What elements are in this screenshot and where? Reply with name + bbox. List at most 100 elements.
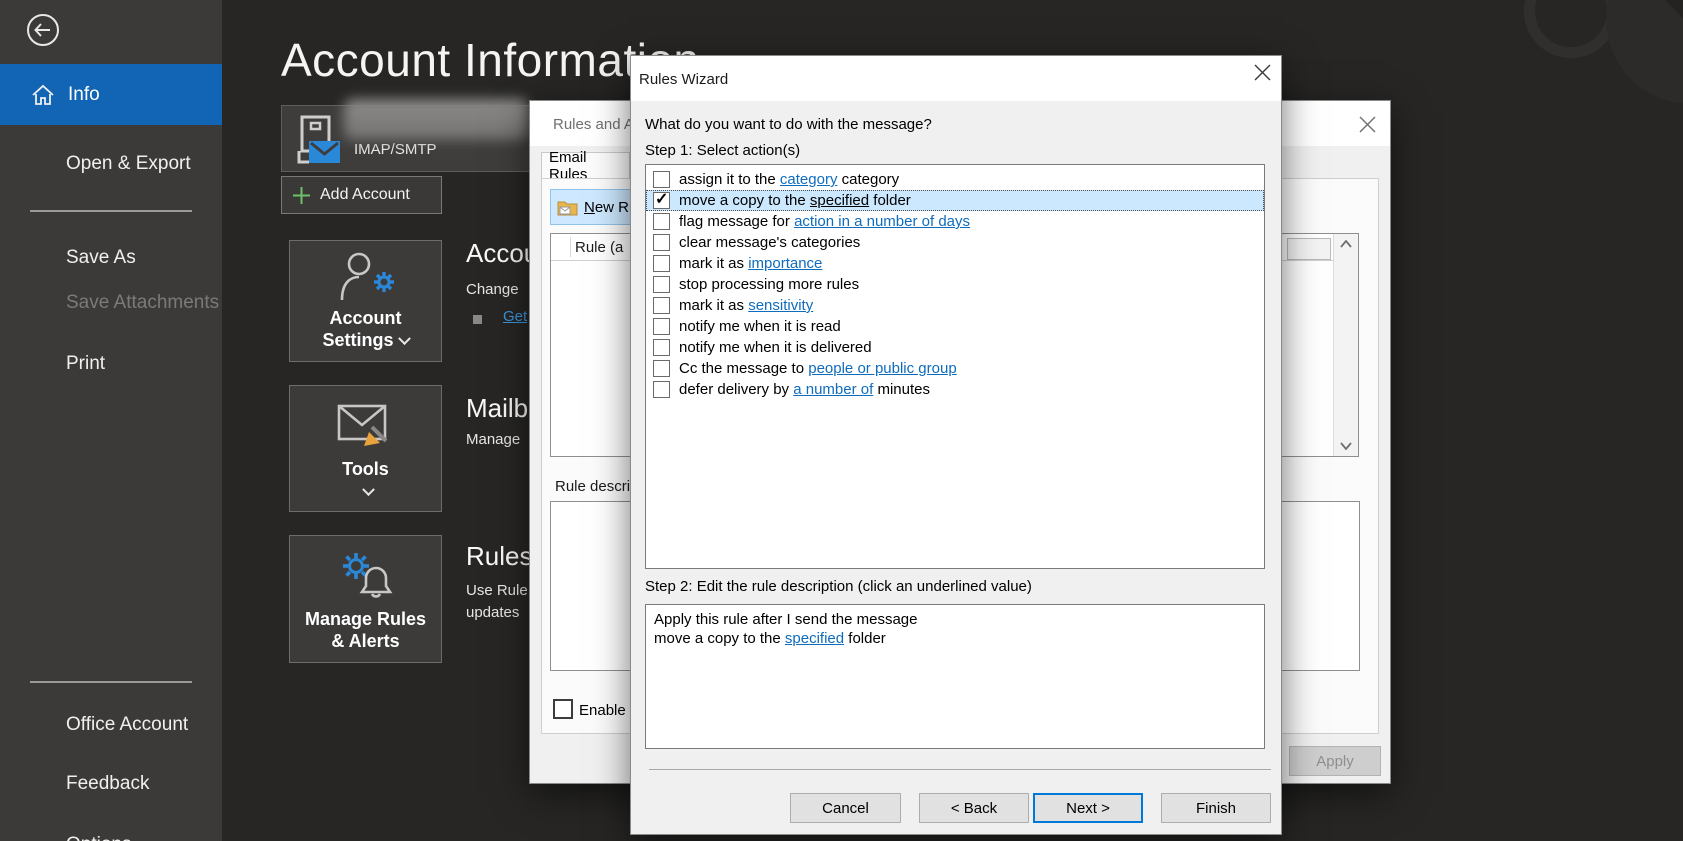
sidebar-item-label: Info <box>68 84 100 106</box>
sidebar-item-info[interactable]: Info <box>0 64 222 125</box>
step1-label: Step 1: Select action(s) <box>645 142 800 159</box>
underlined-value-link[interactable]: importance <box>748 255 822 272</box>
checkbox-unchecked[interactable] <box>653 171 670 188</box>
action-label: clear message's categories <box>679 234 860 251</box>
action-label: move a copy to the specified folder <box>679 192 911 209</box>
sidebar-divider <box>30 210 192 212</box>
rules-alerts-icon <box>338 550 394 602</box>
action-label: stop processing more rules <box>679 276 859 293</box>
home-icon <box>31 83 55 107</box>
account-mailbox-icon <box>296 114 342 166</box>
sidebar-item-office-account[interactable]: Office Account <box>66 714 188 736</box>
close-icon[interactable] <box>1247 57 1277 87</box>
action-row[interactable]: stop processing more rules <box>646 274 1264 295</box>
backstage-sidebar: Info Open & Export Save As Save Attachme… <box>0 0 222 841</box>
tools-label: Tools <box>342 459 389 479</box>
redacted-account-name <box>344 99 528 140</box>
checkbox-checked[interactable]: ✓ <box>653 192 670 209</box>
action-row[interactable]: mark it as sensitivity <box>646 295 1264 316</box>
apply-button[interactable]: Apply <box>1289 746 1381 776</box>
account-section-heading: Accou <box>466 238 538 269</box>
underlined-value-link[interactable]: people or public group <box>808 360 956 377</box>
underlined-value-link[interactable]: specified <box>810 192 869 209</box>
sidebar-item-open-export[interactable]: Open & Export <box>66 153 191 175</box>
checkbox-unchecked[interactable] <box>653 213 670 230</box>
action-row[interactable]: defer delivery by a number of minutes <box>646 379 1264 400</box>
underlined-value-link[interactable]: action in a number of days <box>794 213 970 230</box>
action-row[interactable]: mark it as importance <box>646 253 1264 274</box>
action-row[interactable]: notify me when it is read <box>646 316 1264 337</box>
account-settings-label-line1: Account <box>329 308 401 328</box>
rules-list-header-label: Rule (a <box>575 239 623 256</box>
rules-alerts-title: Rules and A <box>553 116 634 133</box>
checkbox-unchecked[interactable] <box>653 318 670 335</box>
rules-wizard-title: Rules Wizard <box>639 71 728 88</box>
action-row[interactable]: Cc the message to people or public group <box>646 358 1264 379</box>
rule-description-line: move a copy to the specified folder <box>654 629 1256 648</box>
manage-rules-label-line2: & Alerts <box>331 631 399 651</box>
sidebar-item-save-as[interactable]: Save As <box>66 247 136 269</box>
action-label: mark it as sensitivity <box>679 297 813 314</box>
cancel-button[interactable]: Cancel <box>790 793 901 823</box>
plus-icon <box>293 187 310 204</box>
account-section-link[interactable]: Get <box>503 308 527 325</box>
account-protocol: IMAP/SMTP <box>354 141 437 158</box>
add-account-label: Add Account <box>320 186 410 204</box>
scroll-up-icon[interactable] <box>1334 234 1358 254</box>
rules-list-scrollbar[interactable] <box>1333 234 1358 456</box>
add-account-button[interactable]: Add Account <box>281 176 442 214</box>
rule-description-label: Rule descrip <box>555 478 638 495</box>
account-settings-button[interactable]: Account Settings <box>289 240 442 362</box>
wizard-action-list[interactable]: assign it to the category category ✓ move … <box>645 164 1265 569</box>
checkbox-unchecked[interactable] <box>653 234 670 251</box>
underlined-value-link[interactable]: specified <box>785 630 844 647</box>
action-label: assign it to the category category <box>679 171 899 188</box>
step2-label: Step 2: Edit the rule description (click… <box>645 578 1032 595</box>
account-settings-icon <box>337 251 395 301</box>
checkbox-unchecked[interactable] <box>653 339 670 356</box>
next-button[interactable]: Next > <box>1033 793 1143 823</box>
manage-rules-alerts-button[interactable]: Manage Rules & Alerts <box>289 535 442 663</box>
back-button[interactable]: < Back <box>919 793 1029 823</box>
list-bullet <box>473 315 482 324</box>
back-button[interactable] <box>26 13 60 47</box>
sidebar-divider <box>30 681 192 683</box>
rule-description-line: Apply this rule after I send the message <box>654 610 1256 629</box>
action-row[interactable]: assign it to the category category <box>646 169 1264 190</box>
action-row[interactable]: ✓ move a copy to the specified folder <box>646 190 1264 211</box>
checkbox-unchecked[interactable] <box>653 297 670 314</box>
action-label: flag message for action in a number of d… <box>679 213 970 230</box>
underlined-value-link[interactable]: sensitivity <box>748 297 813 314</box>
rules-wizard-titlebar: Rules Wizard <box>631 56 1281 101</box>
wizard-prompt: What do you want to do with the message? <box>645 116 932 133</box>
sidebar-item-print[interactable]: Print <box>66 353 105 375</box>
chevron-down-icon <box>398 332 411 345</box>
chevron-down-icon <box>362 483 375 496</box>
action-row[interactable]: notify me when it is delivered <box>646 337 1264 358</box>
close-icon[interactable] <box>1352 109 1382 139</box>
tools-button[interactable]: Tools <box>289 385 442 512</box>
checkbox-unchecked[interactable] <box>653 255 670 272</box>
action-label: mark it as importance <box>679 255 822 272</box>
underlined-value-link[interactable]: category <box>780 171 838 188</box>
tab-email-rules[interactable]: Email Rules <box>541 152 630 179</box>
button-divider <box>649 769 1271 770</box>
scroll-down-icon[interactable] <box>1334 436 1358 456</box>
mailbox-section-text: Manage <box>466 431 520 448</box>
action-row[interactable]: flag message for action in a number of d… <box>646 211 1264 232</box>
account-settings-label-line2: Settings <box>322 330 393 350</box>
enable-rules-checkbox[interactable] <box>553 699 573 719</box>
checkbox-unchecked[interactable] <box>653 360 670 377</box>
rules-wizard-dialog: Rules Wizard What do you want to do with… <box>630 55 1282 835</box>
sidebar-item-options[interactable]: Options <box>66 834 131 841</box>
underlined-value-link[interactable]: a number of <box>793 381 873 398</box>
checkbox-unchecked[interactable] <box>653 276 670 293</box>
action-row[interactable]: clear message's categories <box>646 232 1264 253</box>
finish-button[interactable]: Finish <box>1161 793 1271 823</box>
sidebar-item-feedback[interactable]: Feedback <box>66 773 149 795</box>
checkbox-unchecked[interactable] <box>653 381 670 398</box>
action-label: defer delivery by a number of minutes <box>679 381 930 398</box>
enable-rules-label: Enable r <box>579 702 635 719</box>
back-arrow-icon <box>26 13 60 47</box>
rules-section-text-line2: updates <box>466 604 519 621</box>
